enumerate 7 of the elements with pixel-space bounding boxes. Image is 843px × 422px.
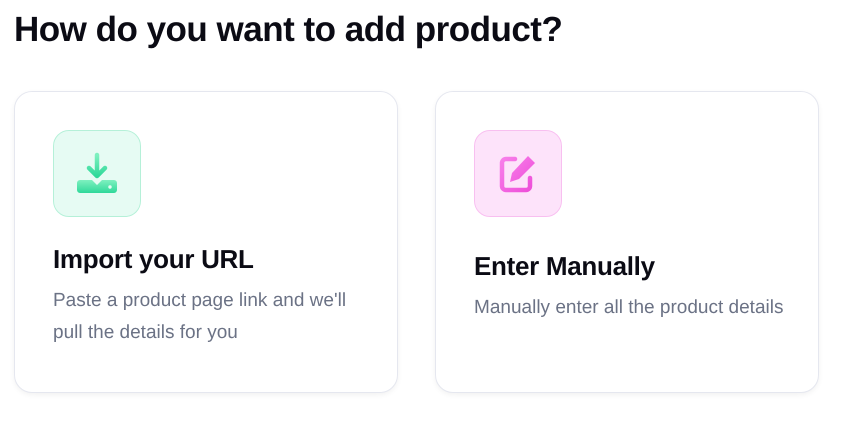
card-title: Import your URL xyxy=(53,243,255,276)
option-card[interactable]: Enter Manually Manually enter all the product details xyxy=(435,91,819,393)
page-heading: How do you want to add product? xyxy=(14,9,564,51)
card-description: Paste a product page link and we'll pull the details for you xyxy=(53,289,348,345)
card-description: Manually enter all the product details xyxy=(474,296,784,320)
option-card[interactable]: Import your URL Paste a product page link and we'll pull the details for you xyxy=(14,91,398,393)
card-title: Enter Manually xyxy=(474,250,656,283)
